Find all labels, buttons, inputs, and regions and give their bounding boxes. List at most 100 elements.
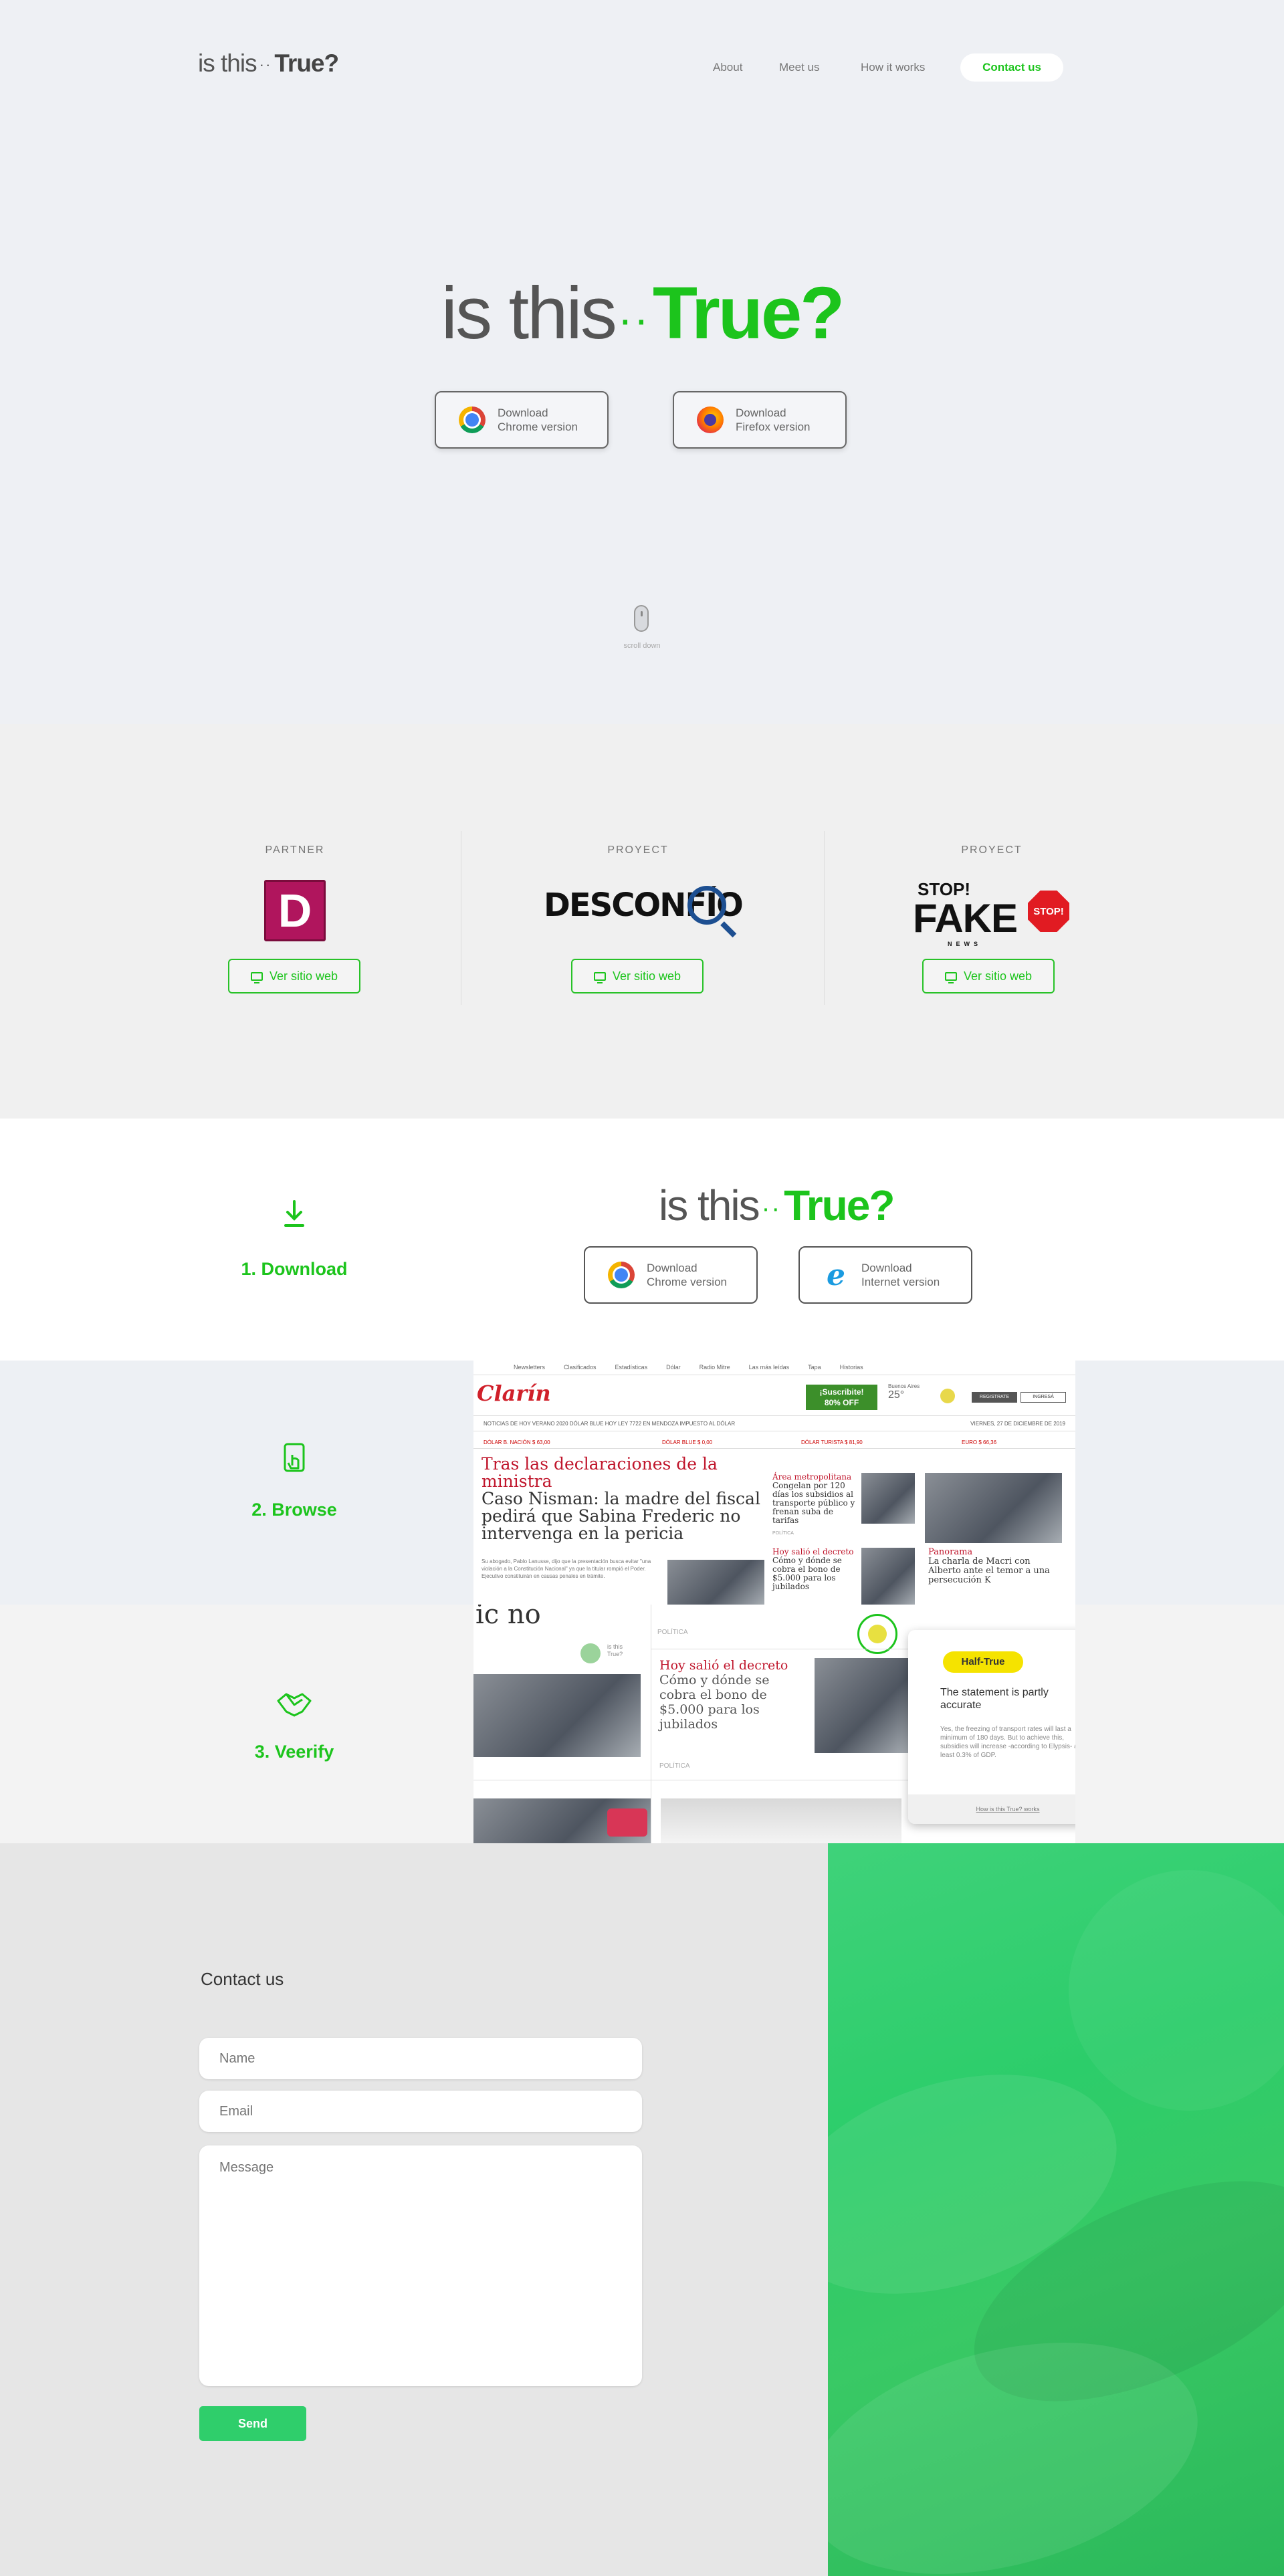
weather: Buenos Aires 25°: [888, 1383, 920, 1401]
step-logo-dots: ··: [761, 1194, 782, 1223]
mouse-scroll-icon[interactable]: [634, 605, 649, 632]
hero-logo: is this··True?: [0, 271, 1284, 356]
download-ie-label: Download Internet version: [861, 1262, 940, 1288]
step-download-title: 1. Download: [241, 1259, 348, 1279]
side-story-3[interactable]: Panorama La charla de Macri con Alberto a…: [928, 1548, 1062, 1585]
download-chrome-button[interactable]: Download Chrome version: [435, 391, 609, 449]
stopfake-website-button[interactable]: Ver sitio web: [922, 959, 1055, 993]
side-tag: POLÍTICA: [772, 1531, 794, 1536]
firefox-icon: [697, 406, 724, 433]
header-logo[interactable]: is this ·· True?: [198, 49, 339, 78]
handshake-icon: [277, 1693, 312, 1717]
subscribe-badge[interactable]: ¡Suscribite! 80% OFF: [806, 1385, 877, 1410]
how-it-works-link[interactable]: How is this True? works: [908, 1794, 1075, 1824]
project-label: PROYECT: [607, 844, 669, 856]
step-logo-prefix: is this: [659, 1181, 760, 1230]
stop-fake-sub: NEWS: [948, 941, 982, 947]
side-story-2[interactable]: Hoy salió el decreto Cómo y dónde se cobr…: [772, 1548, 856, 1591]
nav-about[interactable]: About: [713, 61, 742, 74]
hero-logo-dots: ··: [617, 294, 650, 344]
step-browse-title: 2. Browse: [251, 1500, 337, 1520]
partner-column-3: PROYECT: [811, 844, 1172, 856]
news-photo: [925, 1473, 1062, 1543]
download-firefox-button[interactable]: Download Firefox version: [673, 391, 847, 449]
logo-prefix: is this: [198, 49, 257, 77]
step-verify-title: 3. Veerify: [254, 1742, 334, 1762]
mini-badge-dot-icon: [580, 1643, 601, 1663]
step-logo-word: True?: [784, 1181, 895, 1230]
magnifier-check-icon: [687, 886, 726, 925]
step-logo: is this ··True?: [659, 1181, 895, 1230]
button-label: Ver sitio web: [963, 969, 1033, 983]
partner-d-logo: D: [264, 880, 326, 941]
tag: POLÍTICA: [657, 1629, 688, 1636]
partner-label: PARTNER: [265, 844, 325, 856]
hero-logo-word: True?: [652, 272, 845, 354]
tag2: POLÍTICA: [659, 1762, 690, 1770]
side-story-1[interactable]: Área metropolitana Congelan por 120 días …: [772, 1473, 856, 1525]
news-nav: NOTICIAS DE HOY VERANO 2020 DÓLAR BLUE H…: [473, 1415, 1075, 1431]
partners-section: PARTNER PROYECT PROYECT D DESCONFÍO STOP…: [0, 724, 1284, 1119]
logo-dots: ··: [259, 56, 272, 74]
project-label: PROYECT: [961, 844, 1023, 856]
nav-meet-us[interactable]: Meet us: [779, 61, 819, 74]
main-lead: Su abogado, Pablo Lanusse, dijo que la p…: [481, 1558, 651, 1579]
login-button[interactable]: INGRESÁ: [1021, 1392, 1066, 1403]
download-ie-button[interactable]: e Download Internet version: [798, 1246, 972, 1304]
newspaper-green-image: [828, 1843, 1284, 2576]
partner-website-button[interactable]: Ver sitio web: [228, 959, 360, 993]
monitor-icon: [250, 971, 263, 983]
download-chrome-label: Download Chrome version: [647, 1262, 727, 1288]
partner-column-1: PARTNER: [114, 844, 475, 856]
news-photo: [473, 1674, 641, 1757]
news-photo: [861, 1548, 915, 1605]
verify-indicator-dot-icon: [868, 1625, 887, 1643]
news-photo: [815, 1658, 908, 1753]
article-fragment: ic no: [475, 1605, 541, 1630]
name-field[interactable]: [199, 2038, 642, 2079]
step-download-section: 1. Download is this ··True? Download Chrom…: [0, 1119, 1284, 1361]
stop-fake-main: FAKE: [913, 896, 1018, 941]
nav-how-it-works[interactable]: How it works: [861, 61, 925, 74]
dollar-ticker: DÓLAR B. NACIÓN $ 63,00 DÓLAR BLUE $ 0,0…: [473, 1437, 1075, 1449]
scroll-down-label: scroll down: [623, 642, 661, 650]
verdict-statement: The statement is partly accurate: [940, 1687, 1049, 1711]
verify-article[interactable]: Hoy salió el decreto Cómo y dónde se cob…: [659, 1658, 803, 1732]
news-topbar: Newsletters Clasificados Estadísticas Dólar…: [473, 1361, 1075, 1375]
message-field[interactable]: [199, 2145, 642, 2386]
half-true-badge: Half-True: [943, 1651, 1023, 1673]
chrome-icon: [608, 1262, 635, 1288]
main-headline[interactable]: Tras las declaraciones de la ministra Ca…: [481, 1455, 762, 1542]
download-chrome-button-2[interactable]: Download Chrome version: [584, 1246, 758, 1304]
clarin-page-mockup: Newsletters Clasificados Estadísticas Dólar…: [473, 1361, 1075, 1605]
verdict-popup[interactable]: Half-True The statement is partly accura…: [908, 1630, 1075, 1824]
internet-explorer-icon: e: [827, 1258, 845, 1292]
monitor-icon: [593, 971, 606, 983]
news-photo: [661, 1798, 901, 1843]
news-photo: [667, 1560, 764, 1605]
news-photo: [861, 1473, 915, 1524]
desconfio-website-button[interactable]: Ver sitio web: [571, 959, 704, 993]
logo-word: True?: [274, 49, 339, 77]
email-field[interactable]: [199, 2091, 642, 2132]
button-label: Ver sitio web: [269, 969, 338, 983]
button-label: Ver sitio web: [612, 969, 681, 983]
download-icon: [284, 1200, 304, 1227]
register-button[interactable]: REGISTRATE: [972, 1392, 1017, 1403]
verify-page-mockup: ic no is this True? POLÍTICA Hoy salió e…: [473, 1605, 1075, 1843]
hero-section: is this ·· True? About Meet us How it work…: [0, 0, 1284, 724]
weather-sun-icon: [940, 1389, 955, 1403]
nav-contact-button[interactable]: Contact us: [960, 53, 1063, 82]
divider: [824, 831, 825, 1005]
send-button[interactable]: Send: [199, 2406, 306, 2441]
download-chrome-label: Download Chrome version: [498, 406, 578, 433]
contact-section: Contact us Send: [0, 1843, 1284, 2576]
tap-hand-icon: [284, 1443, 305, 1472]
step-browse-section: 2. Browse Newsletters Clasificados Estadís…: [0, 1361, 1284, 1605]
hero-logo-prefix: is this: [441, 272, 617, 354]
verdict-body: Yes, the freezing of transport rates wil…: [940, 1726, 1075, 1759]
chrome-icon: [459, 406, 486, 433]
step-verify-section: 3. Veerify ic no is this True? POLÍTICA …: [0, 1605, 1284, 1843]
play-icon[interactable]: [607, 1808, 647, 1837]
clarin-logo[interactable]: Clarín: [477, 1381, 551, 1406]
